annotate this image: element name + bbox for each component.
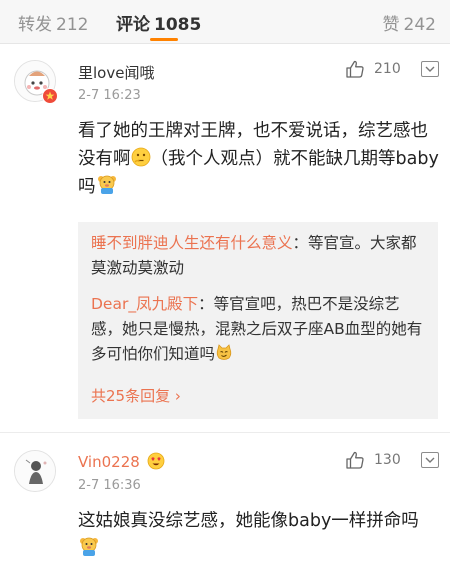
more-options-button[interactable] (421, 452, 439, 468)
comment-text: 看了她的王牌对王牌，也不爱说话，综艺感也没有啊 （我个人观点）就不能缺几期等bab… (78, 117, 440, 201)
more-options-button[interactable] (421, 61, 439, 77)
baby-bear-emoji (97, 175, 116, 194)
replies-box: 睡不到胖迪人生还有什么意义：等官宣。大家都莫激动莫激动 Dear_凤九殿下：等官… (78, 222, 438, 419)
comment-username[interactable]: 里love闻哦 (78, 62, 154, 83)
like-button[interactable]: 210 (345, 59, 401, 79)
comment-username-text: Vin0228 (78, 453, 140, 471)
tab-like[interactable]: 赞 242 (383, 10, 436, 35)
like-count: 210 (374, 61, 401, 77)
thumbs-up-icon (346, 451, 364, 469)
tab-comment-label: 评论 (116, 15, 150, 35)
tab-repost[interactable]: 转发 212 (18, 10, 88, 35)
tab-repost-label: 转发 (18, 15, 52, 35)
heart-eyes-emoji (147, 452, 164, 470)
comment-tab-bar: 转发 212 评论 1085 赞 242 (0, 0, 450, 44)
tab-repost-count: 212 (56, 15, 89, 35)
avatar-image (15, 451, 55, 491)
comment-timestamp: 2-7 16:23 (78, 88, 141, 103)
tab-comment-count: 1085 (154, 15, 202, 35)
reply-item: Dear_凤九殿下：等官宣吧，热巴不是没综艺感，她只是慢热，混熟之后双子座AB血… (91, 292, 429, 367)
comment-username[interactable]: Vin0228 (78, 452, 165, 471)
comment-divider (0, 432, 450, 433)
comment-text: 这姑娘真没综艺感，她能像baby一样拼命吗 (78, 507, 440, 563)
like-count: 130 (374, 452, 401, 468)
view-all-replies-link[interactable]: 共25条回复 › (91, 385, 181, 406)
reply-item: 睡不到胖迪人生还有什么意义：等官宣。大家都莫激动莫激动 (91, 231, 429, 281)
active-tab-indicator (150, 38, 178, 41)
thinking-face-emoji (131, 147, 150, 167)
comment-timestamp: 2-7 16:36 (78, 478, 141, 493)
thumbs-up-icon (346, 60, 364, 78)
avatar[interactable] (14, 450, 56, 492)
reply-username[interactable]: 睡不到胖迪人生还有什么意义 (91, 234, 293, 252)
tab-like-label: 赞 (382, 15, 400, 35)
like-button[interactable]: 130 (345, 450, 401, 470)
chevron-down-icon (425, 66, 435, 72)
baby-bear-emoji (80, 537, 98, 556)
chevron-down-icon (425, 457, 435, 463)
smirking-cat-emoji (216, 344, 232, 360)
reply-username[interactable]: Dear_凤九殿下 (91, 295, 198, 313)
verified-badge-icon (42, 88, 58, 104)
tab-like-count: 242 (403, 15, 436, 35)
comment-text-body: 这姑娘真没综艺感，她能像baby一样拼命吗 (78, 511, 419, 531)
